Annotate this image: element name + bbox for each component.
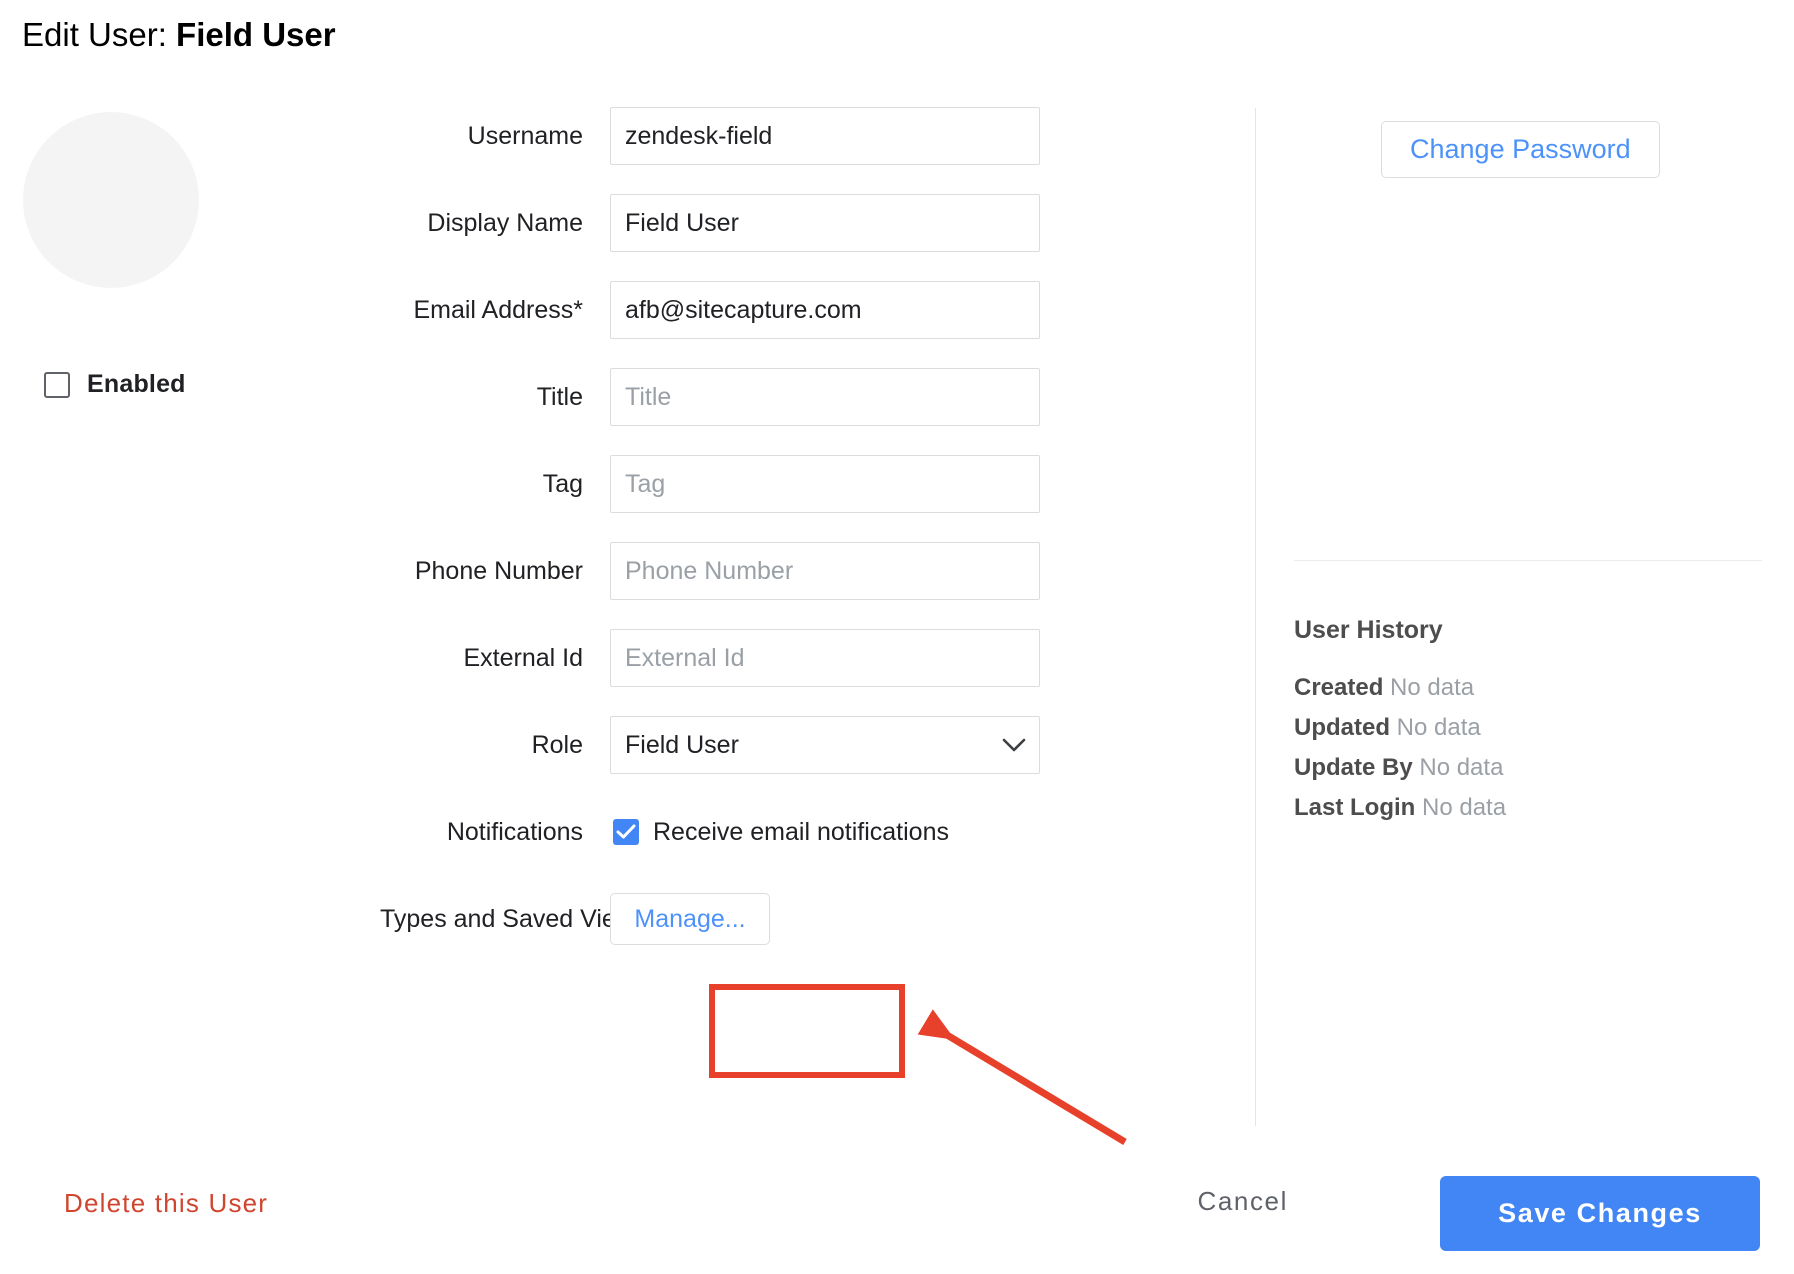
label-username: Username	[467, 122, 583, 150]
annotation-arrow	[917, 1009, 1127, 1145]
history-value-last-login: No data	[1422, 794, 1507, 821]
cancel-button[interactable]: Cancel	[1197, 1186, 1288, 1217]
label-types-and-saved-views: Types and Saved Views	[380, 905, 647, 933]
label-role: Role	[531, 731, 583, 759]
external-id-input[interactable]	[610, 629, 1040, 687]
history-key-last-login: Last Login	[1294, 794, 1416, 821]
field-row-title: Title	[380, 368, 1110, 426]
field-row-email: Email Address*	[380, 281, 1110, 339]
annotation-highlight-rect	[709, 984, 905, 1078]
field-row-types-and-saved-views: Types and Saved Views Manage...	[380, 890, 1110, 948]
vertical-divider	[1255, 108, 1256, 1126]
history-row-updated: Updated No data	[1294, 708, 1774, 748]
label-phone-number: Phone Number	[414, 557, 583, 585]
change-password-button[interactable]: Change Password	[1381, 121, 1660, 178]
history-value-update-by: No data	[1419, 754, 1504, 781]
label-tag: Tag	[542, 470, 583, 498]
label-notifications: Notifications	[446, 818, 583, 846]
field-row-role: Role Field User	[380, 716, 1110, 774]
role-select-wrapper: Field User	[610, 716, 1040, 774]
receive-email-notifications-label: Receive email notifications	[653, 817, 949, 846]
horizontal-divider	[1294, 560, 1762, 561]
history-key-update-by: Update By	[1294, 754, 1413, 781]
display-name-input[interactable]	[610, 194, 1040, 252]
title-input[interactable]	[610, 368, 1040, 426]
username-input[interactable]	[610, 107, 1040, 165]
history-key-created: Created	[1294, 674, 1384, 701]
user-history-title: User History	[1294, 616, 1443, 644]
enabled-checkbox[interactable]	[44, 371, 70, 398]
label-email-address: Email Address*	[413, 296, 583, 324]
field-row-notifications: Notifications Receive email notification…	[380, 803, 1110, 861]
field-row-tag: Tag	[380, 455, 1110, 513]
user-history-panel: User History Created No data Updated No …	[1294, 616, 1774, 828]
enabled-label: Enabled	[87, 370, 186, 398]
email-input[interactable]	[610, 281, 1040, 339]
delete-this-user-link[interactable]: Delete this User	[64, 1188, 268, 1219]
history-row-created: Created No data	[1294, 668, 1774, 708]
manage-button[interactable]: Manage...	[610, 893, 770, 945]
tag-input[interactable]	[610, 455, 1040, 513]
page-title-prefix: Edit User:	[22, 16, 167, 53]
field-row-external-id: External Id	[380, 629, 1110, 687]
label-title: Title	[536, 383, 583, 411]
history-row-last-login: Last Login No data	[1294, 788, 1774, 828]
history-key-updated: Updated	[1294, 714, 1390, 741]
label-external-id: External Id	[463, 644, 583, 672]
role-select[interactable]: Field User	[610, 716, 1040, 774]
field-row-username: Username	[380, 107, 1110, 165]
label-display-name: Display Name	[427, 209, 583, 237]
receive-email-notifications-checkbox[interactable]	[613, 819, 639, 845]
page-title-username: Field User	[176, 16, 336, 53]
history-value-created: No data	[1390, 674, 1475, 701]
enabled-checkbox-row[interactable]: Enabled	[44, 370, 186, 399]
history-row-update-by: Update By No data	[1294, 748, 1774, 788]
history-value-updated: No data	[1396, 714, 1481, 741]
avatar[interactable]	[23, 112, 199, 288]
save-changes-button[interactable]: Save Changes	[1440, 1176, 1760, 1251]
field-row-phone: Phone Number	[380, 542, 1110, 600]
user-form: Username Display Name Email Address* Tit…	[380, 107, 1110, 948]
page-title: Edit User: Field User	[22, 14, 336, 56]
phone-number-input[interactable]	[610, 542, 1040, 600]
field-row-display-name: Display Name	[380, 194, 1110, 252]
receive-email-notifications-row[interactable]: Receive email notifications	[610, 818, 949, 847]
